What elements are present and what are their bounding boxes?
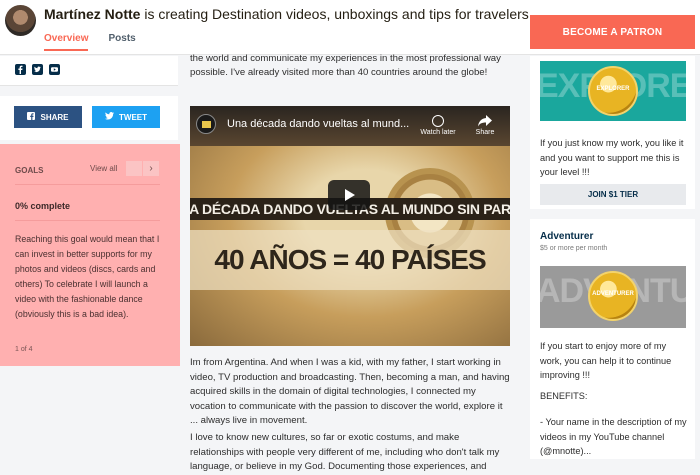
benefits-title: BENEFITS: [540, 391, 588, 401]
goal-progress: 0% complete [15, 201, 71, 211]
tab-overview[interactable]: Overview [44, 33, 89, 51]
channel-logo[interactable] [196, 114, 216, 134]
facebook-icon[interactable] [15, 64, 26, 75]
become-patron-button[interactable]: BECOME A PATRON [530, 15, 695, 49]
watch-later-button[interactable]: Watch later [418, 115, 458, 136]
share-arrow-icon [478, 115, 492, 127]
goals-card: GOALS View all › 0% complete Reaching th… [0, 144, 180, 366]
about-paragraph: Im from Argentina. And when I was a kid,… [190, 357, 510, 426]
tweet-label: TWEET [119, 112, 147, 122]
share-facebook-button[interactable]: SHARE [14, 106, 82, 128]
video-title[interactable]: Una década dando vueltas al mund... [227, 118, 409, 130]
youtube-icon[interactable] [49, 64, 60, 75]
tier-image: ADVENTURER ADVENTURER [540, 266, 686, 328]
divider [15, 184, 160, 185]
avatar[interactable] [5, 5, 36, 36]
medal-icon: EXPLORER [588, 66, 638, 116]
tier-card: EXPLORER EXPLORER If you just know my wo… [530, 56, 695, 209]
medal-text: EXPLORER [596, 86, 630, 92]
goal-next-button[interactable]: › [143, 161, 159, 176]
about-intro: the world and communicate my experiences… [190, 53, 501, 78]
divider [15, 220, 160, 221]
video-share-button[interactable]: Share [470, 115, 500, 136]
tweet-button[interactable]: TWEET [92, 106, 160, 128]
tier-name: Adventurer [540, 231, 594, 242]
goal-pagination: 1 of 4 [15, 346, 33, 353]
medal-text: ADVENTURER [592, 291, 634, 297]
about-paragraph: I love to know new cultures, so far or e… [190, 432, 500, 472]
tier-description: If you just know my work, you like it an… [540, 138, 684, 177]
goal-description: Reaching this goal would mean that I can… [15, 234, 160, 319]
share-box: SHARE TWEET [0, 96, 178, 140]
play-button[interactable] [328, 180, 370, 210]
twitter-icon [105, 112, 114, 122]
page-title: Martínez Notte is creating Destination v… [44, 6, 533, 22]
twitter-icon[interactable] [32, 64, 43, 75]
tab-posts[interactable]: Posts [108, 33, 135, 51]
goal-prev-button[interactable] [126, 161, 142, 176]
video-share-label: Share [475, 129, 495, 136]
tier-description: If you start to enjoy more of my work, y… [540, 341, 672, 380]
chevron-right-icon: › [149, 163, 153, 174]
facebook-icon [27, 112, 36, 122]
goals-title: GOALS [15, 166, 44, 175]
tab-bar: Overview Posts [44, 33, 136, 51]
creator-tagline: is creating Destination videos, unboxing… [140, 6, 533, 22]
join-tier-button[interactable]: JOIN $1 TIER [540, 184, 686, 205]
share-label: SHARE [40, 112, 69, 122]
video-player[interactable]: Una década dando vueltas al mund... Watc… [190, 106, 510, 346]
creator-name[interactable]: Martínez Notte [44, 6, 140, 22]
view-all-link[interactable]: View all [90, 164, 117, 173]
tier-card: Adventurer $5 or more per month ADVENTUR… [530, 219, 695, 459]
medal-icon: ADVENTURER [588, 271, 638, 321]
tier-price: $5 or more per month [540, 245, 608, 252]
clock-icon [432, 115, 444, 127]
benefits-text: - Your name in the description of my vid… [540, 417, 687, 456]
watch-later-label: Watch later [420, 129, 456, 136]
video-banner-subtitle: 40 AÑOS = 40 PAÍSES [190, 230, 510, 290]
tier-image: EXPLORER EXPLORER [540, 61, 686, 121]
social-links [0, 56, 178, 86]
